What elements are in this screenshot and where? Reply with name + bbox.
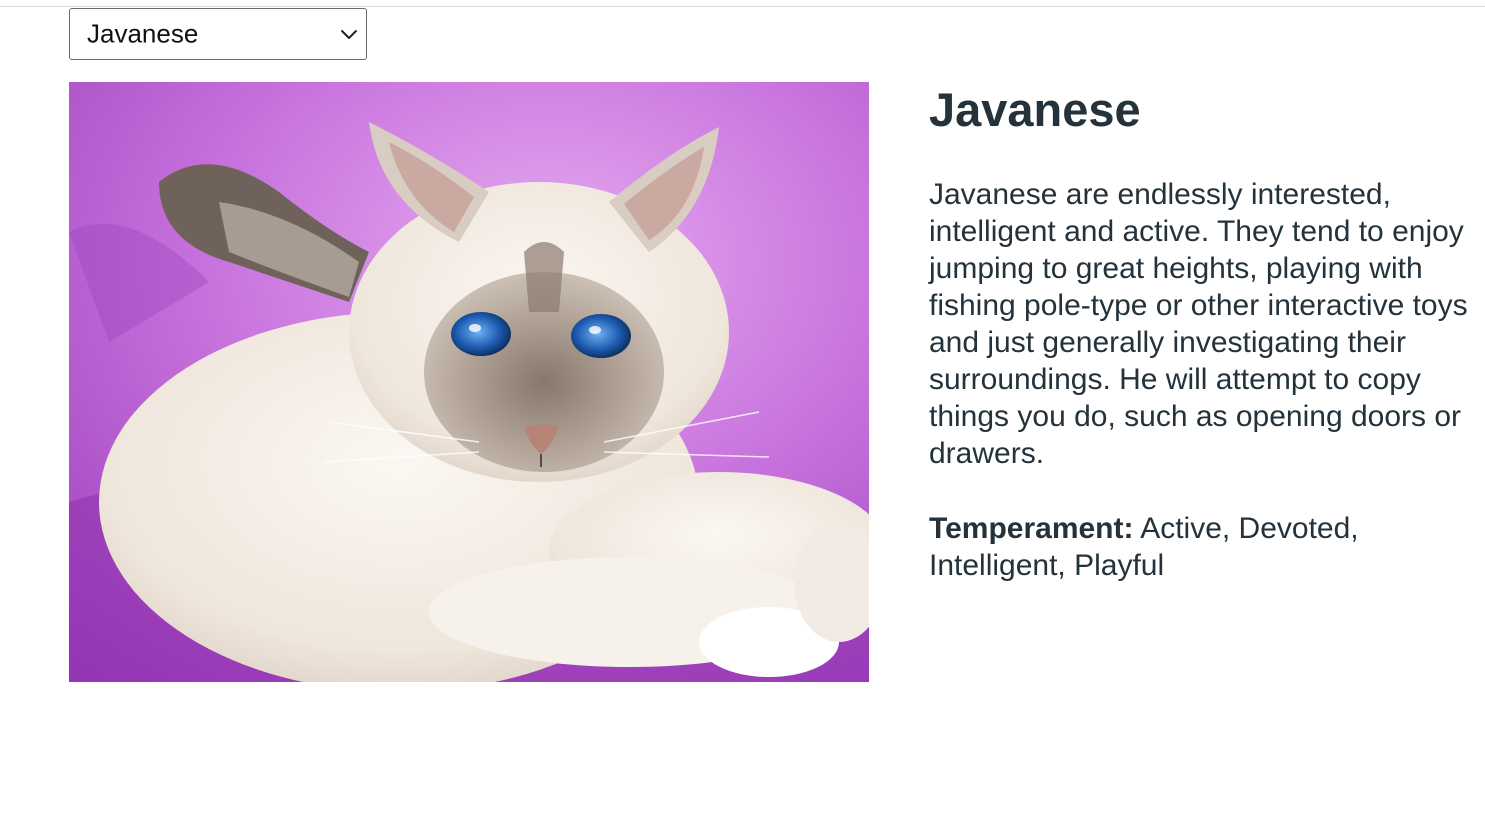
cat-illustration — [69, 82, 869, 682]
breed-description: Javanese are endlessly interested, intel… — [929, 178, 1468, 470]
cat-photo — [69, 82, 869, 682]
top-divider — [0, 6, 1485, 7]
breed-temperament: Temperament: Active, Devoted, Intelligen… — [929, 510, 1469, 584]
temperament-label: Temperament: — [929, 512, 1134, 545]
chevron-down-icon — [341, 30, 357, 39]
breed-select[interactable]: Javanese — [69, 8, 367, 60]
breed-select-value: Javanese — [87, 18, 199, 49]
breed-info: Javanese Javanese are endlessly interest… — [929, 82, 1469, 584]
breed-title: Javanese — [929, 83, 1141, 136]
